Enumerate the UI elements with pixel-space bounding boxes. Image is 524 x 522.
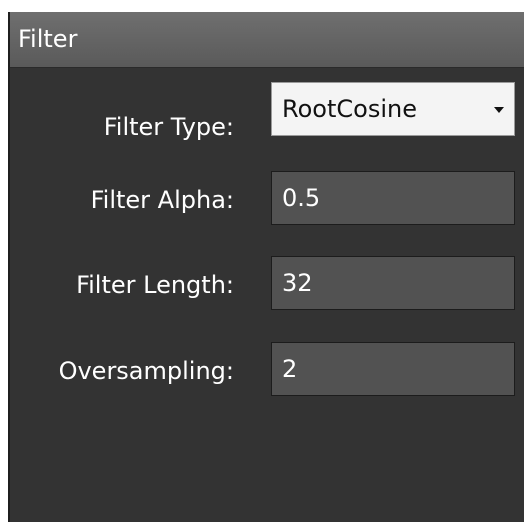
filter-length-label: Filter Length:	[76, 271, 234, 299]
filter-type-label: Filter Type:	[103, 113, 234, 141]
oversampling-label: Oversampling:	[58, 357, 234, 385]
panel-title: Filter	[18, 25, 78, 53]
oversampling-input[interactable]	[271, 342, 515, 396]
chevron-down-icon	[494, 107, 504, 113]
filter-type-dropdown[interactable]: RootCosine	[271, 82, 515, 136]
panel-header: Filter	[10, 12, 524, 68]
filter-alpha-label: Filter Alpha:	[90, 186, 234, 214]
filter-panel: Filter Filter Type: RootCosine Filter Al…	[8, 12, 524, 522]
filter-alpha-input[interactable]	[271, 171, 515, 225]
filter-length-input[interactable]	[271, 256, 515, 310]
filter-type-value: RootCosine	[282, 95, 417, 123]
